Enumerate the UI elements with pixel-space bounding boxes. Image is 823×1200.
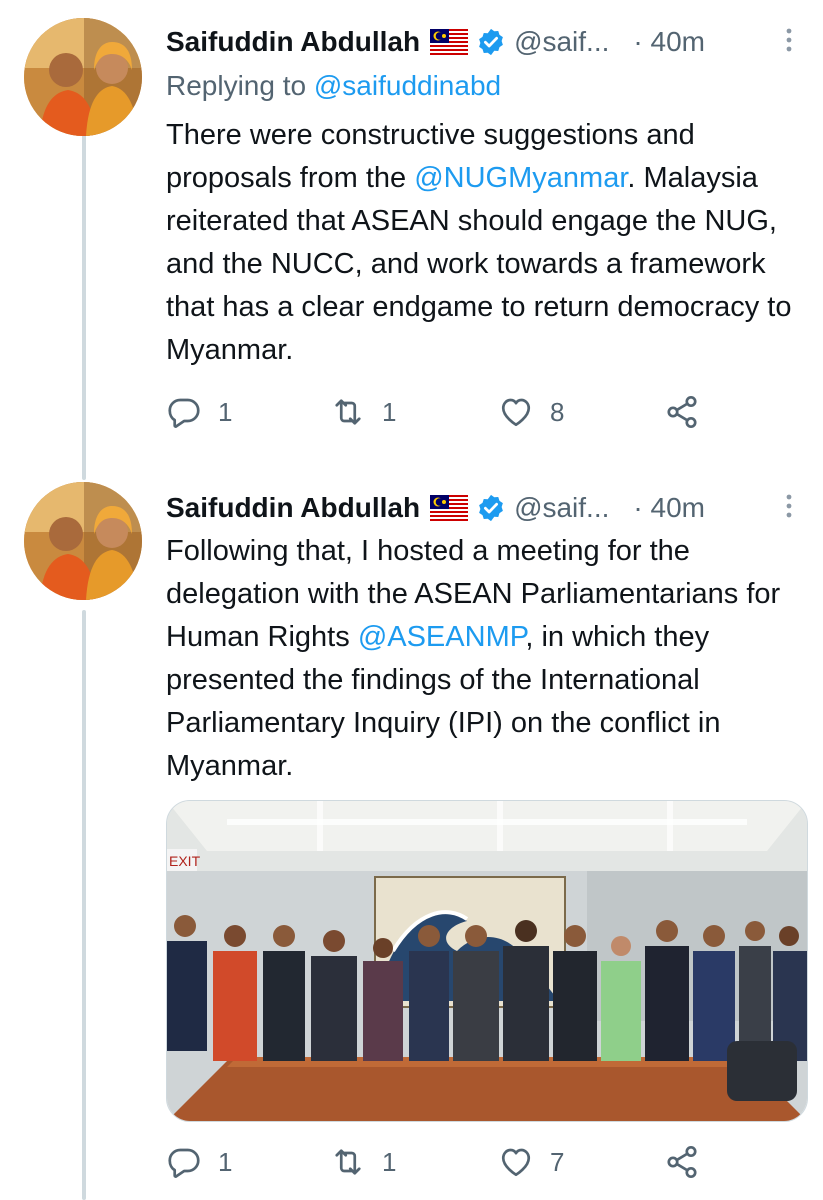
tweet-timestamp[interactable]: · 40m bbox=[633, 26, 705, 58]
more-vertical-icon[interactable] bbox=[779, 26, 799, 58]
author-name[interactable]: Saifuddin Abdullah bbox=[166, 26, 420, 58]
reply-icon bbox=[168, 1148, 200, 1178]
reply-count: 1 bbox=[218, 396, 233, 427]
share-icon bbox=[667, 1145, 697, 1179]
author-avatar[interactable] bbox=[24, 18, 142, 136]
meeting-photo: EXIT bbox=[167, 801, 807, 1121]
replying-to-label: Replying to bbox=[166, 70, 314, 101]
author-name[interactable]: Saifuddin Abdullah bbox=[166, 492, 420, 524]
retweet-icon bbox=[335, 1149, 361, 1175]
avatar-photo bbox=[24, 482, 142, 600]
tweet-actions: 1 1 7 bbox=[166, 1144, 726, 1184]
reply-icon bbox=[168, 398, 200, 428]
retweet-button[interactable]: 1 bbox=[330, 394, 396, 430]
retweet-count: 1 bbox=[382, 396, 397, 427]
tweet-text: There were constructive suggestions and … bbox=[166, 114, 796, 372]
tweet-1[interactable]: Saifuddin Abdullah @saif... · 40m Replyi… bbox=[0, 0, 823, 470]
like-icon bbox=[501, 398, 531, 427]
tweet-header: Saifuddin Abdullah @saif... · 40m bbox=[166, 488, 799, 528]
avatar-photo bbox=[24, 18, 142, 136]
tweet-actions: 1 1 8 bbox=[166, 394, 726, 434]
reply-button[interactable]: 1 bbox=[166, 394, 232, 430]
verified-badge-icon bbox=[479, 494, 503, 522]
mention-link[interactable]: @ASEANMP bbox=[358, 621, 526, 653]
replying-to: Replying to @saifuddinabd bbox=[166, 70, 501, 102]
share-icon bbox=[667, 395, 697, 429]
tweet-photo[interactable]: EXIT bbox=[166, 800, 808, 1122]
retweet-icon bbox=[335, 399, 361, 425]
tweet-timestamp[interactable]: · 40m bbox=[633, 492, 705, 524]
reply-count: 1 bbox=[218, 1146, 233, 1177]
tweet-header: Saifuddin Abdullah @saif... · 40m bbox=[166, 22, 799, 62]
like-count: 7 bbox=[550, 1146, 565, 1177]
more-vertical-icon[interactable] bbox=[779, 492, 799, 524]
author-handle[interactable]: @saif... bbox=[514, 492, 609, 524]
replying-to-handle[interactable]: @saifuddinabd bbox=[314, 70, 501, 101]
like-icon bbox=[501, 1148, 531, 1177]
author-avatar[interactable] bbox=[24, 482, 142, 600]
tweet-2[interactable]: Saifuddin Abdullah @saif... · 40m Follow… bbox=[0, 470, 823, 1200]
malaysia-flag-icon bbox=[430, 29, 469, 55]
share-button[interactable] bbox=[664, 394, 700, 430]
verified-badge-icon bbox=[479, 28, 503, 56]
tweet-text: Following that, I hosted a meeting for t… bbox=[166, 530, 796, 788]
retweet-button[interactable]: 1 bbox=[330, 1144, 396, 1180]
like-button[interactable]: 7 bbox=[498, 1144, 564, 1180]
share-button[interactable] bbox=[664, 1144, 700, 1180]
exit-sign: EXIT bbox=[169, 853, 201, 869]
author-handle[interactable]: @saif... bbox=[514, 26, 609, 58]
reply-button[interactable]: 1 bbox=[166, 1144, 232, 1180]
mention-link[interactable]: @NUGMyanmar bbox=[414, 162, 627, 194]
like-count: 8 bbox=[550, 396, 565, 427]
malaysia-flag-icon bbox=[430, 495, 469, 521]
retweet-count: 1 bbox=[382, 1146, 397, 1177]
like-button[interactable]: 8 bbox=[498, 394, 564, 430]
